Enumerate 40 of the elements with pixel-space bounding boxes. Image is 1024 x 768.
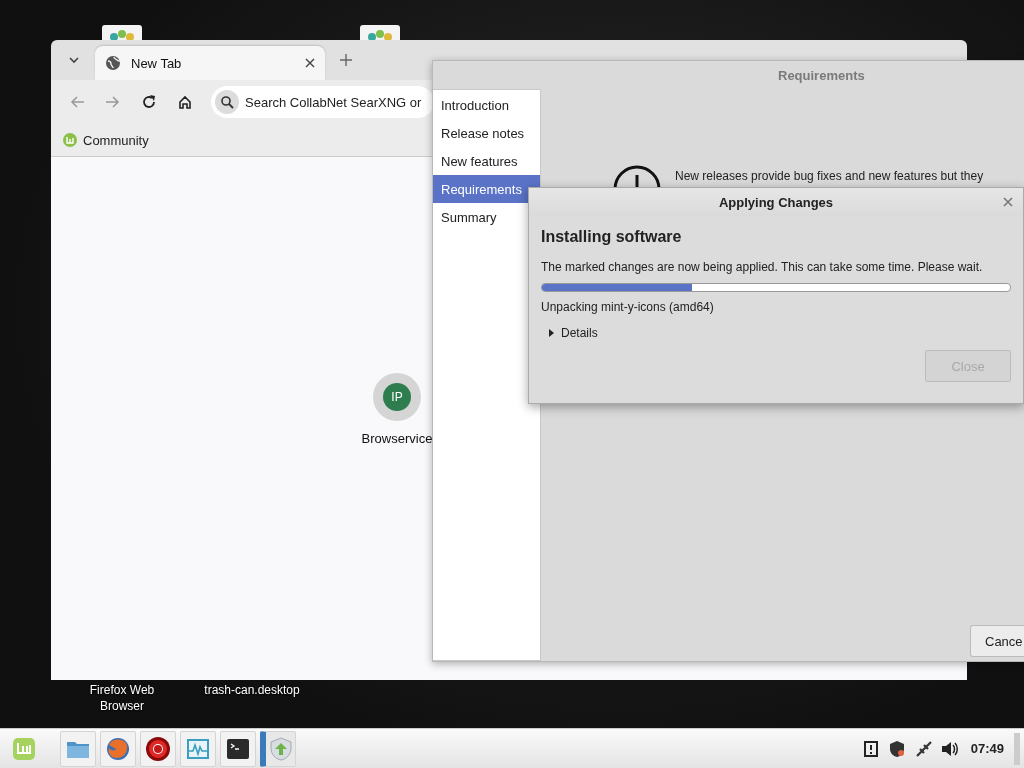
shortcut-label: Browservice: [361, 431, 433, 446]
close-icon: [305, 58, 315, 68]
plus-icon: [340, 54, 352, 66]
dialog-title: Applying Changes: [718, 194, 834, 210]
shield-icon[interactable]: [888, 739, 906, 758]
panel-handle[interactable]: [1014, 732, 1020, 765]
cancel-button[interactable]: Cance: [970, 625, 1024, 657]
leaf-logo-icon: [63, 133, 77, 147]
clipboard-icon[interactable]: [862, 739, 880, 758]
reload-icon: [142, 95, 156, 109]
desktop-icon-label: trash-can.desktop: [203, 682, 301, 698]
close-icon[interactable]: [1003, 197, 1013, 207]
chevron-down-icon: [68, 56, 80, 64]
search-field[interactable]: Search CollabNet SearXNG or: [211, 86, 434, 118]
volume-icon[interactable]: [940, 739, 958, 758]
globe-icon: [105, 55, 121, 71]
arrow-right-icon: [106, 95, 120, 109]
dialog-message: The marked changes are now being applied. This can take some time. Please wait.: [541, 260, 984, 274]
ring-icon: [144, 734, 172, 763]
status-text: Unpacking mint-y-icons (amd64): [541, 300, 715, 314]
browser-tab[interactable]: New Tab: [95, 46, 325, 80]
bookmark-link[interactable]: Community: [63, 132, 149, 148]
desktop-icon-label: Firefox Web Browser: [88, 682, 156, 714]
details-expander[interactable]: Details: [547, 326, 1011, 340]
step-item[interactable]: Requirements: [433, 175, 540, 203]
caret-right-icon: [547, 329, 555, 337]
taskbar-button[interactable]: [220, 730, 256, 767]
dialog-heading: Installing software: [541, 228, 683, 246]
plug-icon[interactable]: [914, 739, 932, 758]
window-title: Requirements: [777, 66, 866, 85]
step-item[interactable]: Release notes: [433, 119, 540, 147]
arrow-left-icon: [70, 95, 84, 109]
taskbar-button[interactable]: [140, 730, 176, 767]
home-icon: [178, 95, 192, 109]
clock[interactable]: 07:49: [970, 741, 1004, 756]
info-text: New releases provide bug fixes and new features but they: [675, 168, 984, 183]
step-item[interactable]: New features: [433, 147, 540, 175]
close-tab-button[interactable]: [305, 58, 315, 68]
shortcut-tile[interactable]: IP: [373, 373, 421, 421]
step-item[interactable]: Introduction: [433, 91, 540, 119]
